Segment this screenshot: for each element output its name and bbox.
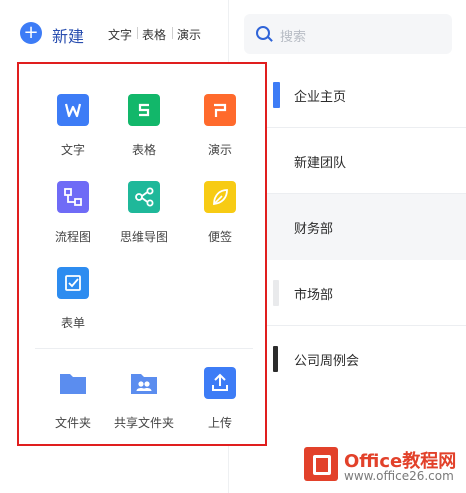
team-avatar (273, 82, 280, 108)
search-icon (256, 26, 270, 40)
popup-divider (35, 348, 253, 349)
create-mindmap-label: 思维导图 (119, 230, 168, 244)
shared-folder-icon (128, 367, 160, 399)
create-doc-item[interactable]: 文字 (38, 94, 108, 158)
list-item-label: 新建团队 (294, 156, 347, 171)
create-slides-label: 演示 (207, 143, 232, 157)
separator (137, 27, 138, 39)
create-note-item[interactable]: 便签 (185, 181, 255, 245)
leaf-note-icon (204, 181, 236, 213)
create-mindmap-item[interactable]: 思维导图 (109, 181, 179, 245)
separator (172, 27, 173, 39)
create-flowchart-label: 流程图 (54, 230, 91, 244)
form-icon (57, 267, 89, 299)
quick-sheet[interactable]: 表格 (142, 26, 166, 43)
list-item-label: 财务部 (294, 222, 334, 237)
office-logo-icon (304, 447, 338, 481)
search-box[interactable]: 搜索 (244, 14, 452, 54)
mindmap-icon (128, 181, 160, 213)
create-doc-label: 文字 (60, 143, 85, 157)
create-sheet-item[interactable]: 表格 (109, 94, 179, 158)
create-flowchart-item[interactable]: 流程图 (38, 181, 108, 245)
watermark: Office教程网 www.office26.com (304, 447, 466, 493)
folder-icon (57, 367, 89, 399)
upload-item[interactable]: 上传 (185, 367, 255, 431)
new-shared-folder-label: 共享文件夹 (113, 416, 174, 430)
watermark-url: www.office26.com (344, 469, 454, 483)
create-sheet-label: 表格 (131, 143, 156, 157)
list-item-label: 企业主页 (294, 90, 347, 105)
new-folder-label: 文件夹 (54, 416, 91, 430)
doc-w-icon (57, 94, 89, 126)
slides-p-icon (204, 94, 236, 126)
list-item-label: 公司周例会 (294, 354, 360, 369)
new-plus-icon[interactable]: + (20, 22, 42, 44)
team-avatar (273, 280, 279, 306)
quick-doc[interactable]: 文字 (108, 26, 132, 43)
new-shared-folder-item[interactable]: 共享文件夹 (109, 367, 179, 431)
quick-slides[interactable]: 演示 (177, 26, 201, 43)
create-form-label: 表单 (60, 316, 85, 330)
create-note-label: 便签 (207, 230, 232, 244)
new-button[interactable]: 新建 (52, 23, 84, 47)
create-slides-item[interactable]: 演示 (185, 94, 255, 158)
upload-label: 上传 (207, 416, 232, 430)
flowchart-icon (57, 181, 89, 213)
search-placeholder: 搜索 (280, 30, 307, 45)
new-menu-popup: 文字 表格 演示 流程图 思维导图 便签 表单 文件夹 共享文件夹 上传 (17, 62, 267, 446)
list-item-label: 市场部 (294, 288, 334, 303)
new-folder-item[interactable]: 文件夹 (38, 367, 108, 431)
team-avatar (273, 346, 278, 372)
upload-icon (204, 367, 236, 399)
create-form-item[interactable]: 表单 (38, 267, 108, 331)
sheet-s-icon (128, 94, 160, 126)
